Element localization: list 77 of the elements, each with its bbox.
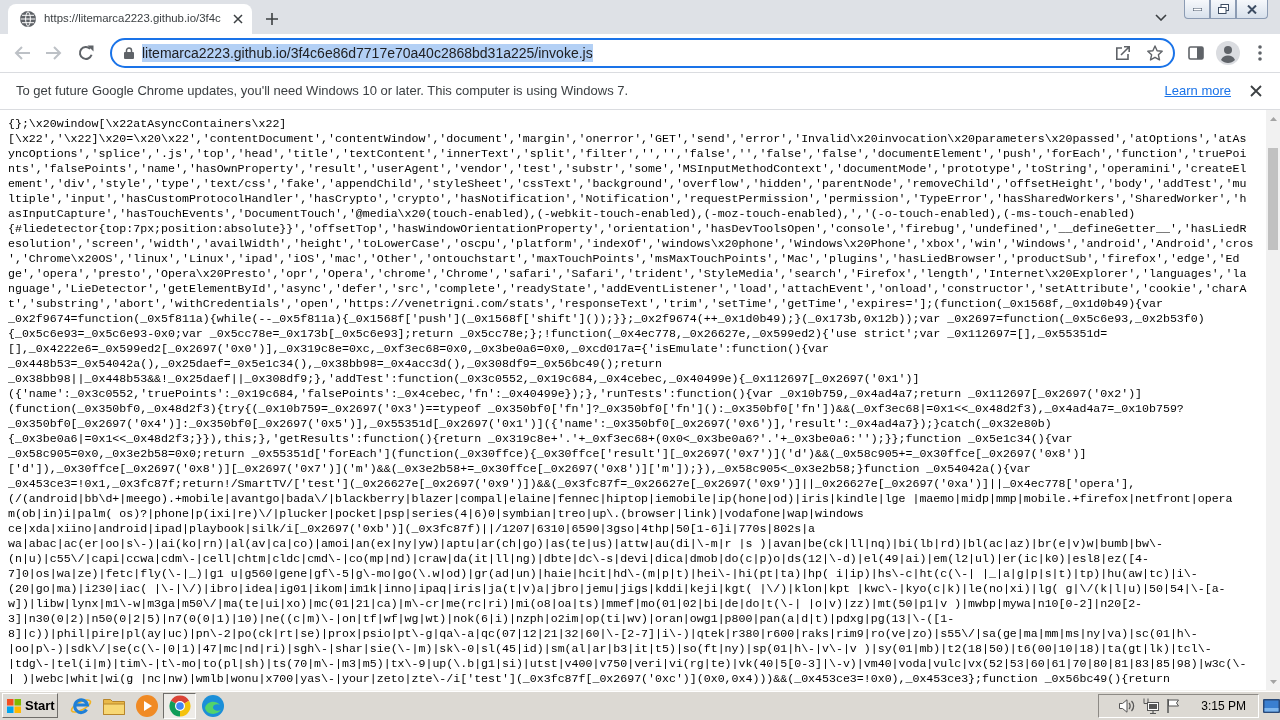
code-line: |tdg\-|tel(i|m)|tim\-|t\-mo|to(pl|sh)|ts(70|m\-|m3|m5)|tx\-9|up(\.b|g1|si)|utst|v400|v750|veri|vi(rg|te)|vk(40|5[0-3]|\-v)|vm40|voda|vulc|vx(52|53|60|61|70|80|81|83|85|98)|w3c(\-: [8, 656, 1247, 671]
flag-icon[interactable]: [1167, 698, 1180, 713]
code-line: (/(android|bb\d+|meego).+mobile|avantgo|bada\/|blackberry|blazer|compal|elaine|fennec|hiptop|iemobile|ip(hone|od)|iris|kindle|lge |maemo|midp|mmp|mobile.+firefox|netfront|opera: [8, 491, 1233, 506]
code-line: _0x453ce3=!0x1,_0x3fc87f;return!/SmartTV/['test'](_0x26627e[_0x2697('0x9')])&&(_0x3fc87f=_0x26627e[_0x2697('0x9')]||_0x26627e[_0x2697('0xa')]||_0x4ec778['opera'],: [8, 476, 1136, 491]
code-line: esolution','screen','width','availWidth','height','toLowerCase','oscpu','platform','indexOf','windows\x20phone','Windows\x20Phone','xbox','win','Windows','android','Android','cros: [8, 236, 1254, 251]
code-line: ({'name':_0x3c0552,'truePoints':_0x19c684,'falsePoints':_0x4cebec,'fn':_0x40499e});},'runTests':function(){var _0x10b759,_0x4ad4a7;return _0x112697[_0x2697('0x2')]: [8, 386, 1143, 401]
taskbar-app-button[interactable]: [163, 692, 196, 719]
url-text: litemarca2223.github.io/3f4c6e86d7717e70a40c2868bd31a225/invoke.js: [142, 44, 593, 62]
code-line: _0x448b53=_0x54042a(),_0x25daef=_0x5e1c34(),_0x38bb98=_0x4acc3d(),_0x308df9=_0x56bc49();return: [8, 356, 662, 371]
folder-icon: [102, 696, 125, 715]
code-line: (n|u)|c55\/|capi|ccwa|cdm\-|cell|chtm|cldc|cmd\-|co(mp|nd)|craw|da(it|ll|ng)|dbte|dc\-s|devi|dica|dmob|do(c|p)o|ds(12|\-d)|el(49|ai)|em(l2|ul)|er(ic|k0)|esl8|ez([4-: [8, 551, 1149, 566]
restore-icon: [1217, 4, 1229, 14]
code-line: ge','opera','presto','Opera\x20Presto','opr','Opera','chrome','Chrome','safari','Safari','trident','StyleMedia','search','Firefox','length','Internet\x20Explorer','languages','la: [8, 266, 1247, 281]
code-line: (function(_0x350bf0,_0x48d2f3){try{(_0x10b759=_0x2697('0x3')==typeof _0x350bf0['fn']?_0x350bf0['fn']():_0x350bf0['fn'])&&(_0xf3ec68|=0x1<<_0x48d2f3),_0x4ad4a7=_0x10b759?: [8, 401, 1184, 416]
code-line: nts','falsePoints','name','hasOwnProperty','result','userAgent','vendor','test','substr','some','MSInputMethodContext','documentMode','prototype','toString','operamini','createEl: [8, 161, 1247, 176]
code-line: {_0x3be0a6|=0x1<<_0x48d2f3;}}),this;},'getResults':function(){return _0x319c8e+'.'+_0xf3ec68+(0x0<_0x3be0a6?'.'+_0x3be0a6:'');}};function _0x5e1c34(){var: [8, 431, 1073, 446]
code-line: _0x58c905=0x0,_0x3e2b58=0x0;return _0x55351d['forEach'](function(_0x30ffce){_0x30ffce['result'][_0x2697('0x7')]('d')&&(_0x58c905+=_0x30ffce[_0x2697('0x8')]: [8, 446, 1087, 461]
start-button[interactable]: Start: [2, 693, 58, 718]
code-line: {_0x5c6e93=_0x5c6e93-0x0;var _0x5cc78e=_0x173b[_0x5c6e93];return _0x5cc78e;};!function(_0x4ec778,_0x26627e,_0x599ed2){'use strict';var _0x112697=[],_0x55351d=: [8, 326, 1108, 341]
reload-icon: [78, 45, 94, 61]
code-line: (20|go|ma)|i230|iac( |\-|\/)|ibro|idea|ig01|ikom|im1k|inno|ipaq|iris|ja(t|v)a|jbro|jemu|jigs|kddi|keji|kgt( |\/)|klon|kpt |kwc\-|kyo(c|k)|le(no|xi)|lg( g|\/(k|l|u)|50|54|\-[a-: [8, 581, 1226, 596]
code-line: asInputCapture','hasTouchEvents','DocumentTouch','@media\x20(touch-enabled),(-webkit-touch-enabled),(-moz-touch-enabled),','(-o-touch-enabled),(-ms-touch-enabled): [8, 206, 1136, 221]
address-bar[interactable]: litemarca2223.github.io/3f4c6e86d7717e70a40c2868bd31a225/invoke.js: [110, 38, 1175, 68]
screen-icon: [1262, 698, 1280, 713]
code-line: |oo|p\-)|sdk\/|se(c(\-|0|1)|47|mc|nd|ri)|sgh\-|shar|sie(\-|m)|sk\-0|sl(45|id)|sm(al|ar|b3|it|t5)|so(ft|ny)|sp(01|h\-|v\-|v )|sy(01|mb)|t2(18|50)|t6(00|10|18)|ta(gt|lk)|tcl\-: [8, 641, 1212, 656]
windows-logo-icon: [7, 698, 21, 713]
network-icon[interactable]: [1143, 697, 1160, 714]
lock-icon: [124, 47, 134, 59]
share-icon: [1115, 45, 1131, 61]
browser-logo-icon: [168, 694, 191, 717]
speaker-icon[interactable]: [1119, 698, 1136, 713]
learn-more-link[interactable]: Learn more: [1164, 81, 1231, 101]
scrollbar-thumb[interactable]: [1268, 148, 1278, 250]
back-arrow-icon: [14, 46, 30, 60]
code-line: ['d']),_0x30ffce[_0x2697('0x8')][_0x2697('0x7')]('m')&&(_0x3e2b58+=_0x30ffce[_0x2697('0x8')]['m']);}),_0x58c905<_0x3e2b58;}function _0x54042a(){var: [8, 461, 1031, 476]
globe-icon: [20, 11, 36, 27]
close-icon: [1250, 85, 1262, 97]
code-line: t','substring','abort','withCredentials','open','https://venetrigni.com/stats','responseText','trim','setTime','getTime','expires='];(function(_0x1568f,_0x1d0b49){var: [8, 296, 1163, 311]
kebab-menu-icon: [1258, 45, 1262, 61]
code-line: ltiple','input','hasCustomProtocolHandler','hasCrypto','crypto','hasNotification','Notification','requestPermission','permission','TypeError','hasSharedWorkers','SharedWorker','h: [8, 191, 1247, 206]
close-icon: [232, 14, 243, 24]
code-line: 8]|c))|phil|pire|pl(ay|uc)|pn\-2|po(ck|rt|se)|prox|psio|pt\-g|qa\-a|qc(07|12|21|32|60|\-[2-7]|i\-)|qtek|r380|r600|raks|rim9|ro(ve|zo)|s55\/|sa(ge|ma|mm|ms|ny|va)|sc(01|h\-: [8, 626, 1198, 641]
code-line: ement','div','style','type','text/css','fake','appendChild','styleSheet','cssText','background','overflow','hidden','parentNode','removeChild','offsetHeight','body','addTest','mu: [8, 176, 1247, 191]
play-icon: [135, 694, 158, 717]
code-line: | )|webc|whit|wi(g |nc|nw)|wmlb|wonu|x700|yas\-|your|zeto|zte\-/i['test'](_0x3fc87f[_0x2697('0xc')](0x0,0x4)))&&(_0x453ce3=!0x0),_0x453ce3};function _0x56bc49(){return: [8, 671, 1170, 686]
code-line: ce|xda|xiino|android|ipad|playbook|silk/i[_0x2697('0xb')](_0x3fc87f)||/1207|6310|6590|3gso|4thp|50[1-6]i|770s|802s|a: [8, 521, 816, 536]
browser-tab[interactable]: https://litemarca2223.github.io/3f4c: [8, 4, 252, 34]
minimize-icon: [1192, 7, 1202, 11]
code-line: wa|abac|ac(er|oo|s\-)|ai(ko|rn)|al(av|ca|co)|amoi|an(ex|ny|yw)|aptu|ar(ch|go)|as(te|us)|attw|au(di|\-m|r |s )|avan|be(ck|ll|nq)|bi(lb|rd)|bl(ac|az)|br(e|v)w|bumb|bw\-: [8, 536, 1163, 551]
plus-icon: [265, 13, 278, 25]
code-line: {};\x20window[\x22atAsyncContainers\x22]: [8, 116, 287, 131]
forward-arrow-icon: [46, 46, 62, 60]
code-line: nguage','LieDetector','getElementById','async','defer','src','complete','readyState','addEventListener','load','attachEvent','onload','constructor','setAttribute','cookie','charA: [8, 281, 1247, 296]
star-icon: [1147, 45, 1163, 61]
code-line: [\x22','\x22]\x20=\x20\x22','contentDocument','contentWindow','document','margin','onerror','GET','send','error','Invalid\x20invocation\x20parameters\x20passed','atOptions','atAs: [8, 131, 1247, 146]
down-arrow-icon: [1269, 679, 1277, 684]
clock[interactable]: 3:15 PM: [1187, 696, 1258, 715]
code-line: w])|libw|lynx|m1\-w|m3ga|m50\/|ma(te|ui|xo)|mc(01|21|ca)|m\-cr|me(rc|ri)|mi(o8|oa|ts)|mmef|mo(01|02|bi|de|do|t(\-| |o|v)|zz)|mt(50|p1|v )|mwbp|mywa|n10[0-2]|n20[2-: [8, 596, 1143, 611]
wave-logo-icon: [201, 694, 224, 717]
close-icon: [1247, 4, 1257, 14]
code-line: _0x2f9674=function(_0x5f811a){while(--_0x5f811a){_0x1568f['push'](_0x1568f['shift']());}};_0x2f9674(++_0x1d0b49);}(_0x173b,0x12b));var _0x2697=function(_0x5c6e93,_0x2b53f0): [8, 311, 1205, 326]
code-line: _0x350bf0[_0x2697('0x4')]:_0x350bf0[_0x2697('0x5')],_0x55351d[_0x2697('0x1')]({'name':_0x350bf0[_0x2697('0x6')],'result':_0x4ad4a7});}catch(_0x32e80b): [8, 416, 1052, 431]
code-line: {#liedetector{top:7px;position:absolute}}','offsetTop','hasWindowOrientationProperty','orientation','hasDevToolsOpen','console','firebug','undefined','__defineGetter__','hasLiedR: [8, 221, 1247, 236]
update-message: To get future Google Chrome updates, you'll need Windows 10 or later. This computer is using Windows 7.: [16, 82, 629, 101]
code-line: ','Chrome\x20OS','linux','Linux','ipad','iOS','mac','Other','ontouchstart','maxTouchPoints','msMaxTouchPoints','Mac','plugins','hasLiedBrowser','productSub','firefox','edge','Ed: [8, 251, 1240, 266]
side-panel-icon: [1188, 46, 1204, 60]
code-line: yncOptions','splice','.js','top','head','title','textContent','innerText','split','filter','','','false','','false','false','documentElement','push','forEach','function','truePoi: [8, 146, 1247, 161]
code-line: m(ob|in)i|palm( os)?|phone|p(ixi|re)\/|plucker|pocket|psp|series(4|6)0|symbian|treo|up\.(browser|link)|vodafone|wap|windows: [8, 506, 864, 521]
code-line: _0x38bb98||_0x448b53&&!_0x25daef||_0x308df9;},'addTest':function(_0x3c0552,_0x19c684,_0x4cebec,_0x40499e){_0x112697[_0x2697('0x1')]: [8, 371, 920, 386]
avatar-icon: [1216, 41, 1240, 65]
code-line: 3]|n30(0|2)|n50(0|2|5)|n7(0(0|1)|10)|ne((c|m)\-|on|tf|wf|wg|wt)|nok(6|i)|nzph|o2im|op(ti|wv)|oran|owg1|p800|pan(a|d|t)|pdxg|pg(13|\-([1-: [8, 611, 955, 626]
restore-button[interactable]: [1210, 0, 1236, 19]
code-line: [],_0x4222e6=_0x599ed2[_0x2697('0x0')],_0x319c8e=0xc,_0xf3ec68=0x0,_0x3be0a6=0x0,_0xcd017a={'isEmulate':function(){var: [8, 341, 829, 356]
close-window-button[interactable]: [1236, 0, 1268, 19]
chevron-down-icon: [1155, 13, 1167, 21]
up-arrow-icon: [1269, 116, 1277, 121]
code-line: 7]0|os|wa|ze)|fetc|fly(\-|_)|g1 u|g560|gene|gf\-5|g\-mo|go(\.w|od)|gr(ad|un)|haie|hcit|hd\-(m|p|t)|hei\-|hi(pt|ta)|hp( i|ip)|hs\-c|ht(c(\-| |_|a|g|p|s|t)|tp)|hu(aw|tc)|i\-: [8, 566, 1198, 581]
